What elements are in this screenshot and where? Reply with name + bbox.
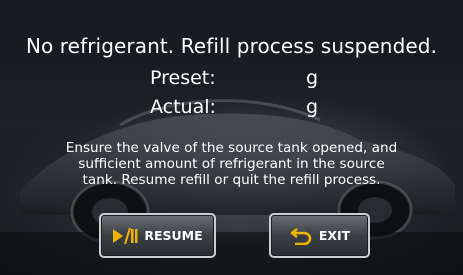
dialog-title: No refrigerant. Refill process suspended… [25,34,438,58]
back-arrow-icon [289,227,313,245]
resume-button[interactable]: RESUME [99,213,216,258]
actual-label: Actual: [150,96,216,118]
refill-suspended-dialog: No refrigerant. Refill process suspended… [0,0,463,275]
resume-button-label: RESUME [144,228,203,243]
exit-button-label: EXIT [318,228,351,243]
instruction-message: Ensure the valve of the source tank open… [22,140,441,188]
instruction-line: tank. Resume refill or quit the refill p… [82,172,381,188]
exit-button[interactable]: EXIT [269,213,370,258]
preset-unit: g [306,67,319,89]
instruction-line: Ensure the valve of the source tank open… [65,140,398,156]
actual-unit: g [306,96,319,118]
preset-label: Preset: [150,67,216,89]
instruction-line: sufficient amount of refrigerant in the … [78,156,385,172]
play-pause-icon [112,227,138,244]
